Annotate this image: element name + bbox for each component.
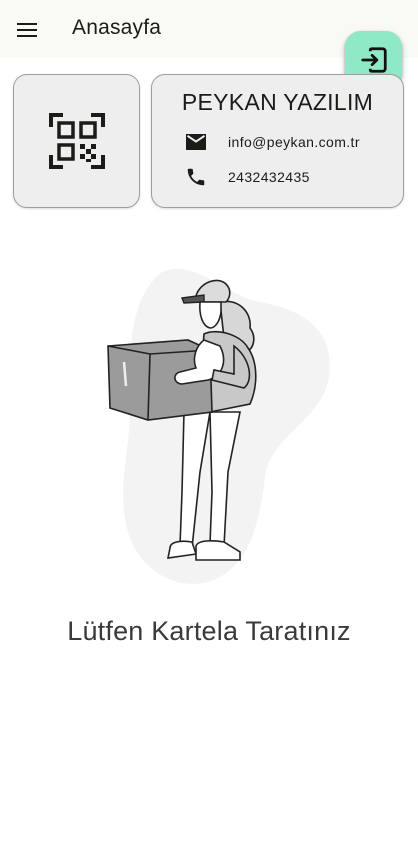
page-title: Anasayfa [72,16,162,39]
delivery-person-illustration [107,268,330,584]
email-row[interactable]: info@peykan.com.tr [184,130,360,154]
logout-icon [360,46,387,73]
qr-code-scanner-icon [48,113,105,169]
home-screen: Anasayfa PEYKAN YAZILIM info@peykan.com.… [0,0,418,846]
email-text: info@peykan.com.tr [228,134,360,150]
company-info-card: PEYKAN YAZILIM info@peykan.com.tr 243243… [151,74,404,208]
phone-icon [184,165,208,189]
email-icon [184,130,208,154]
menu-button[interactable] [14,17,40,43]
hamburger-menu-icon [17,23,37,37]
phone-row[interactable]: 2432432435 [184,165,310,189]
company-name: PEYKAN YAZILIM [181,89,374,115]
phone-text: 2432432435 [228,169,310,185]
scan-instruction-text: Lütfen Kartela Taratınız [67,616,351,646]
qr-scan-card[interactable] [13,74,140,208]
